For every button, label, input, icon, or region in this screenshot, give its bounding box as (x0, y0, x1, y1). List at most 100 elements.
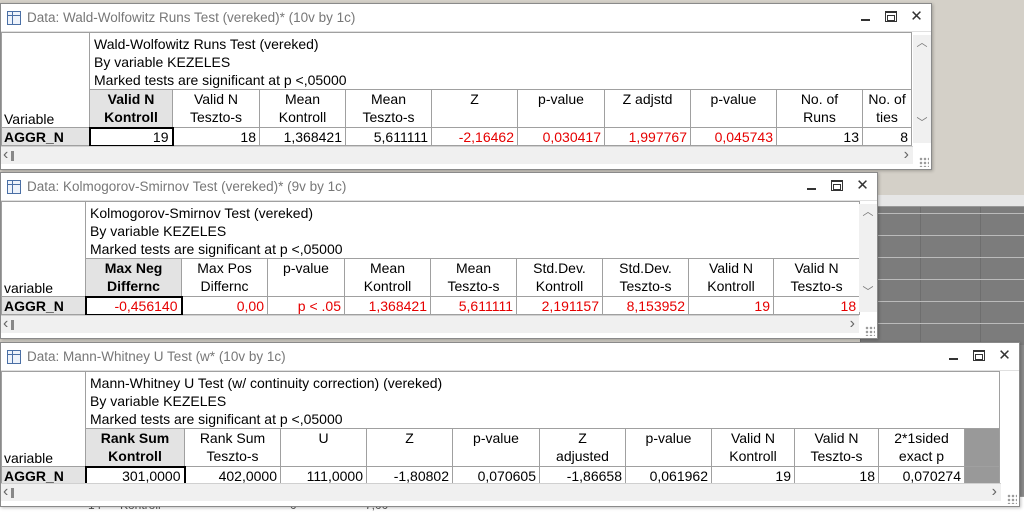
column-header[interactable]: Std.Dev. Teszto-s (602, 258, 689, 297)
data-cell[interactable]: -2,16462 (431, 127, 518, 146)
info-header: Wald-Wolfowitz Runs Test (vereked) By va… (88, 32, 913, 90)
column-header-line: Max Neg (104, 260, 163, 276)
horizontal-scrollbar[interactable]: ‹ › (1, 315, 859, 333)
minimize-icon[interactable] (805, 179, 818, 192)
data-cell[interactable]: 18 (172, 127, 260, 146)
maximize-icon[interactable] (885, 11, 897, 22)
data-cell[interactable]: 1,997767 (604, 127, 691, 146)
vertical-scrollbar[interactable]: ︿ ﹀ (859, 204, 877, 312)
vertical-scrollbar[interactable]: ︿ ﹀ (913, 35, 931, 143)
column-header[interactable]: Rank Sum Kontroll (85, 428, 185, 467)
column-header[interactable]: Z (366, 428, 453, 467)
column-header-line: Kontroll (108, 448, 162, 464)
minimize-icon[interactable] (947, 349, 960, 362)
spreadsheet-icon (7, 349, 21, 364)
data-cell[interactable]: 1,368421 (259, 127, 346, 146)
resize-grip[interactable] (919, 157, 929, 167)
column-header[interactable]: Valid N Kontroll (688, 258, 774, 297)
column-header[interactable]: 2*1sided exact p (878, 428, 965, 467)
row-header[interactable]: AGGR_N (1, 127, 90, 146)
variable-column-header: Variable (1, 32, 90, 128)
column-header[interactable]: U (280, 428, 367, 467)
window-title: Data: Wald-Wolfowitz Runs Test (vereked)… (27, 10, 356, 25)
runs-test-window[interactable]: Data: Wald-Wolfowitz Runs Test (vereked)… (0, 3, 932, 170)
data-cell[interactable]: 0,030417 (517, 127, 605, 146)
data-cell[interactable]: 0,061962 (625, 466, 712, 485)
ks-test-window[interactable]: Data: Kolmogorov-Smirnov Test (vereked)*… (0, 172, 878, 339)
data-cell[interactable]: 1,368421 (344, 296, 431, 315)
data-cell[interactable]: 0,045743 (690, 127, 777, 146)
data-cell[interactable]: 8 (861, 127, 913, 146)
data-cell[interactable]: 8,153952 (602, 296, 689, 315)
column-header-line: Mean (455, 260, 492, 276)
data-cell[interactable]: -1,86658 (539, 466, 626, 485)
maximize-icon[interactable] (973, 350, 985, 361)
column-header-line: p-value (710, 91, 757, 107)
column-header[interactable]: p-value (452, 428, 540, 467)
info-line: Wald-Wolfowitz Runs Test (vereked) (94, 36, 319, 52)
data-cell[interactable]: 18 (794, 466, 879, 485)
title-bar[interactable]: Data: Kolmogorov-Smirnov Test (vereked)*… (1, 173, 877, 201)
column-header[interactable]: Z adjstd (604, 89, 691, 128)
column-header[interactable]: p-value (267, 258, 345, 297)
horizontal-scrollbar[interactable]: ‹ › (1, 146, 913, 164)
column-header[interactable]: p-value (625, 428, 712, 467)
data-cell[interactable]: 13 (776, 127, 863, 146)
mann-whitney-window[interactable]: Data: Mann-Whitney U Test (w* (10v by 1c… (0, 342, 1020, 507)
column-header[interactable]: Mean Teszto-s (430, 258, 517, 297)
data-cell[interactable]: 19 (88, 126, 174, 147)
title-bar[interactable]: Data: Wald-Wolfowitz Runs Test (vereked)… (1, 4, 931, 32)
column-header[interactable]: Max Pos Differnc (181, 258, 268, 297)
column-header-line: 2*1sided (894, 430, 949, 446)
maximize-icon[interactable] (831, 180, 843, 191)
column-header[interactable]: Valid N Kontroll (89, 89, 173, 128)
close-icon[interactable]: ✕ (856, 178, 869, 193)
close-icon[interactable]: ✕ (910, 9, 923, 24)
minimize-icon[interactable] (859, 10, 872, 23)
data-cell[interactable]: 5,611111 (345, 127, 432, 146)
data-cell[interactable]: p < .05 (267, 296, 345, 315)
data-cell[interactable]: -0,456140 (84, 295, 183, 316)
spreadsheet-icon (7, 179, 21, 194)
data-cell[interactable]: 18 (772, 296, 861, 315)
horizontal-scrollbar[interactable]: ‹ › (1, 483, 1001, 501)
resize-grip[interactable] (865, 326, 875, 336)
data-cell[interactable]: 111,0000 (280, 466, 367, 485)
column-header[interactable]: Zadjusted (539, 428, 626, 467)
row-header[interactable]: AGGR_N (1, 466, 86, 485)
data-cell[interactable]: 5,611111 (430, 296, 517, 315)
title-bar[interactable]: Data: Mann-Whitney U Test (w* (10v by 1c… (1, 343, 1019, 371)
data-cell[interactable]: 402,0000 (184, 466, 281, 485)
data-cell[interactable]: 301,0000 (84, 465, 186, 486)
column-header[interactable]: Rank Sum Teszto-s (184, 428, 281, 467)
data-cell[interactable]: 2,191157 (516, 296, 603, 315)
background-spreadsheet (860, 195, 1024, 345)
data-cell[interactable]: 0,070274 (878, 466, 965, 485)
data-cell[interactable]: -1,80802 (366, 466, 453, 485)
column-header-line: p-value (283, 260, 329, 276)
data-cell[interactable]: 19 (688, 296, 774, 315)
column-header[interactable]: No. of Runs (776, 89, 863, 128)
column-header[interactable]: Valid N Teszto-s (772, 258, 861, 297)
column-header[interactable]: Std.Dev. Kontroll (516, 258, 603, 297)
data-cell[interactable]: 19 (711, 466, 795, 485)
close-icon[interactable]: ✕ (998, 348, 1011, 363)
column-header[interactable]: Valid N Teszto-s (794, 428, 879, 467)
resize-grip[interactable] (1007, 494, 1017, 504)
row-header[interactable]: AGGR_N (1, 296, 86, 315)
variable-column-header: variable (1, 201, 86, 297)
column-header[interactable]: Mean Kontroll (344, 258, 431, 297)
info-line: Marked tests are significant at p <,0500… (94, 72, 347, 88)
column-header[interactable]: p-value (517, 89, 605, 128)
data-cell[interactable]: 0,070605 (452, 466, 540, 485)
data-cell[interactable]: 0,00 (181, 296, 268, 315)
column-header[interactable]: Valid N Kontroll (711, 428, 795, 467)
column-header[interactable]: No. of ties (861, 89, 913, 128)
column-header[interactable]: Mean Kontroll (259, 89, 346, 128)
column-header[interactable]: Valid N Teszto-s (172, 89, 260, 128)
column-header-line: ties (876, 109, 898, 125)
column-header[interactable]: Max Neg Differnc (85, 258, 182, 297)
column-header[interactable]: p-value (690, 89, 777, 128)
column-header[interactable]: Mean Teszto-s (345, 89, 432, 128)
column-header[interactable]: Z (431, 89, 518, 128)
